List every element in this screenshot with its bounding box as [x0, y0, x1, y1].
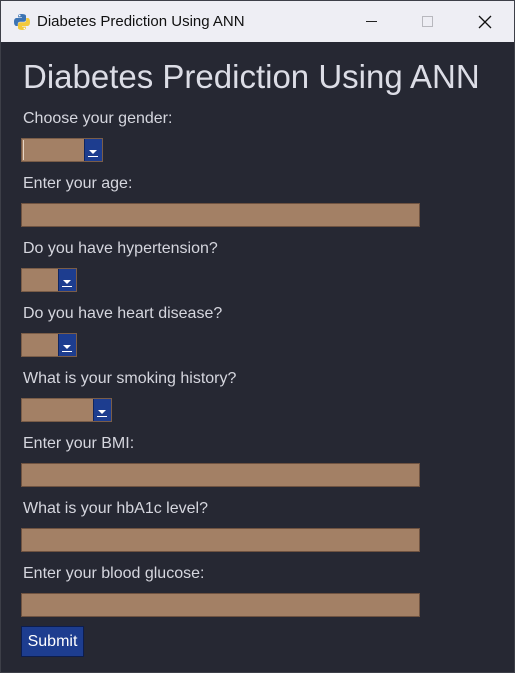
window-title: Diabetes Prediction Using ANN [37, 13, 245, 30]
chevron-down-icon[interactable] [93, 399, 111, 421]
close-button[interactable] [462, 1, 508, 42]
maximize-icon [421, 16, 433, 27]
bmi-label: Enter your BMI: [23, 435, 135, 452]
hba1c-label: What is your hbA1c level? [23, 500, 208, 517]
chevron-down-icon[interactable] [58, 269, 76, 291]
minimize-icon [365, 21, 377, 22]
smoking-label: What is your smoking history? [23, 370, 237, 387]
gender-label: Choose your gender: [23, 110, 173, 127]
glucose-field[interactable] [21, 593, 420, 617]
app-window: Diabetes Prediction Using ANN Diabetes P… [0, 0, 515, 673]
chevron-down-icon[interactable] [84, 139, 102, 161]
dropdown-focus-line [23, 140, 24, 160]
hypertension-dropdown[interactable] [21, 268, 77, 292]
form-area: Diabetes Prediction Using ANN Choose you… [1, 42, 514, 672]
close-icon [478, 15, 492, 28]
hba1c-field[interactable] [21, 528, 420, 552]
gender-dropdown[interactable] [21, 138, 103, 162]
title-bar[interactable]: Diabetes Prediction Using ANN [1, 1, 514, 42]
maximize-button[interactable] [404, 1, 450, 42]
heart-disease-label: Do you have heart disease? [23, 305, 223, 322]
smoking-dropdown[interactable] [21, 398, 112, 422]
page-title: Diabetes Prediction Using ANN [23, 58, 480, 95]
submit-button[interactable]: Submit [21, 626, 84, 657]
minimize-button[interactable] [348, 1, 394, 42]
bmi-field[interactable] [21, 463, 420, 487]
heart-disease-dropdown[interactable] [21, 333, 77, 357]
glucose-label: Enter your blood glucose: [23, 565, 205, 582]
chevron-down-icon[interactable] [58, 334, 76, 356]
age-label: Enter your age: [23, 175, 133, 192]
age-field[interactable] [21, 203, 420, 227]
python-icon [14, 14, 30, 30]
hypertension-label: Do you have hypertension? [23, 240, 218, 257]
